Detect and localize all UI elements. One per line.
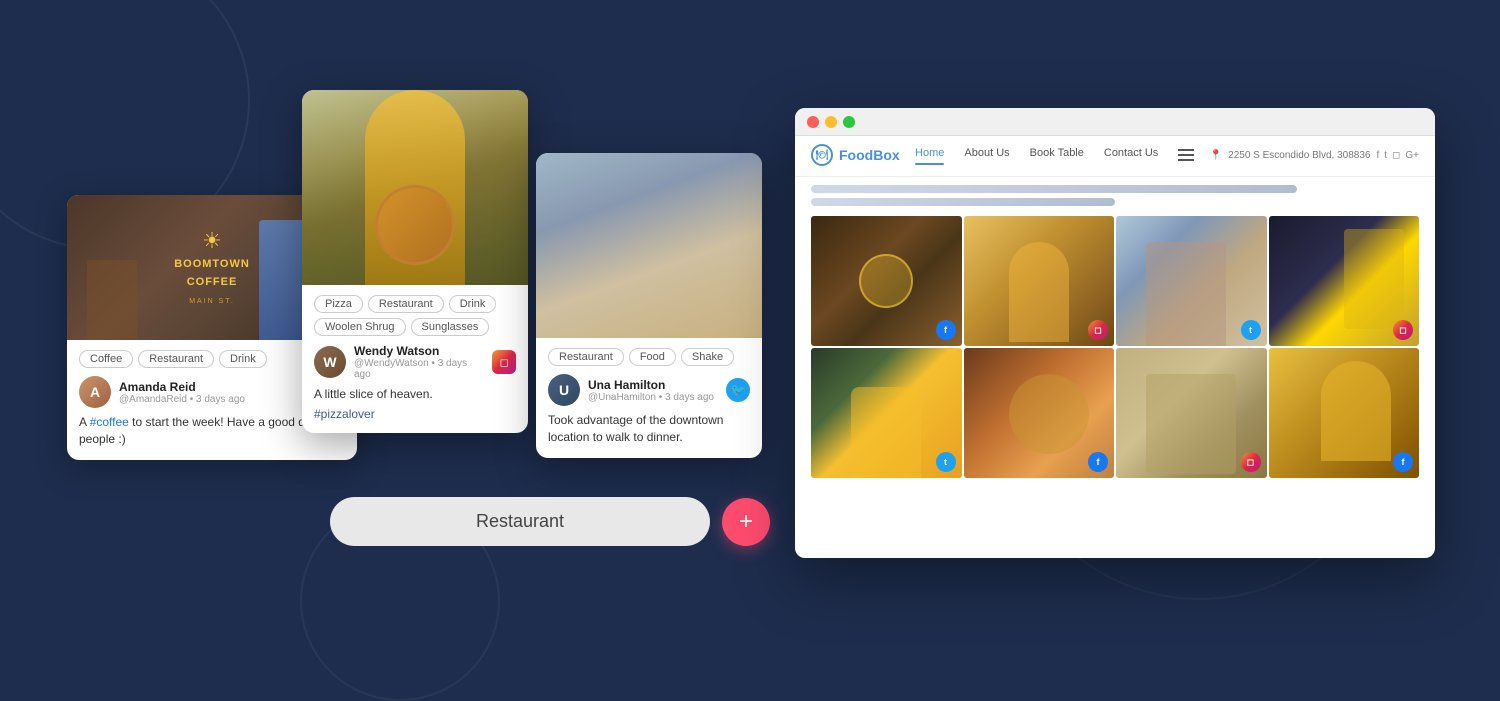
cell6-social-icon: f xyxy=(1088,452,1108,472)
brand-name2: COFFEE xyxy=(187,276,238,288)
card2-image xyxy=(302,90,528,285)
cell1-social-icon: f xyxy=(936,320,956,340)
hamburger-menu[interactable] xyxy=(1178,149,1194,161)
card2-username: Wendy Watson xyxy=(354,344,484,358)
tag-restaurant3[interactable]: Restaurant xyxy=(548,348,624,366)
card2-user-info: Wendy Watson @WendyWatson • 3 days ago xyxy=(354,344,484,380)
tag-pill-section: Restaurant + xyxy=(330,497,770,546)
add-tag-button[interactable]: + xyxy=(722,498,770,546)
tag-drink[interactable]: Drink xyxy=(219,350,267,368)
card2-handle-time: @WendyWatson • 3 days ago xyxy=(354,358,484,380)
photo-grid: f ◻ t ◻ t f ◻ f xyxy=(811,216,1419,478)
brand-sub: MAIN ST. xyxy=(189,298,235,305)
card2-hashtag[interactable]: #pizzalover xyxy=(314,407,516,421)
pizza-element xyxy=(375,185,455,265)
instagram-icon: ◻ xyxy=(492,350,516,374)
cell2-social-icon: ◻ xyxy=(1088,320,1108,340)
grid-cell-5: t xyxy=(811,348,962,478)
cell7-social-icon: ◻ xyxy=(1241,452,1261,472)
tag-coffee[interactable]: Coffee xyxy=(79,350,133,368)
hero-bar-2 xyxy=(811,198,1115,206)
browser-window: 🍽 FoodBox Home About Us Book Table Conta… xyxy=(795,108,1435,558)
hero-section xyxy=(795,177,1435,214)
card3-image xyxy=(536,153,762,338)
card1-hashtag[interactable]: #coffee xyxy=(90,415,129,429)
card1-handle-time: @AmandaReid • 3 days ago xyxy=(119,394,245,405)
card3-avatar: U xyxy=(548,374,580,406)
nav-book[interactable]: Book Table xyxy=(1030,147,1084,163)
nav-fb-icon[interactable]: f xyxy=(1376,150,1379,161)
card3-post-text: Took advantage of the downtown location … xyxy=(548,412,750,446)
restaurant-pill[interactable]: Restaurant xyxy=(330,497,710,546)
card3-user-info: Una Hamilton @UnaHamilton • 3 days ago xyxy=(588,378,714,403)
browser-titlebar xyxy=(795,108,1435,136)
tag-sunglasses[interactable]: Sunglasses xyxy=(411,318,490,336)
cell3-social-icon: t xyxy=(1241,320,1261,340)
brand-name: FoodBox xyxy=(839,147,900,163)
card1-avatar: A xyxy=(79,376,111,408)
tag-restaurant2[interactable]: Restaurant xyxy=(368,295,444,313)
sun-icon: ☀ xyxy=(174,228,250,254)
nav-about[interactable]: About Us xyxy=(964,147,1009,163)
cell8-social-icon: f xyxy=(1393,452,1413,472)
brand-name: BOOMTOWN xyxy=(174,258,250,270)
tag-woolen-shrug[interactable]: Woolen Shrug xyxy=(314,318,406,336)
address-text: 2250 S Escondido Blvd, 308836 xyxy=(1228,150,1370,161)
tag-food[interactable]: Food xyxy=(629,348,676,366)
social-card-3: Restaurant Food Shake U Una Hamilton @Un… xyxy=(536,153,762,458)
brand-icon: 🍽 xyxy=(811,144,833,166)
card3-tags: Restaurant Food Shake xyxy=(548,348,750,366)
tag-restaurant[interactable]: Restaurant xyxy=(138,350,214,368)
grid-cell-4: ◻ xyxy=(1269,216,1420,346)
card1-username: Amanda Reid xyxy=(119,380,245,394)
browser-navbar: 🍽 FoodBox Home About Us Book Table Conta… xyxy=(795,136,1435,177)
cell5-social-icon: t xyxy=(936,452,956,472)
grid-cell-8: f xyxy=(1269,348,1420,478)
nav-ig-icon[interactable]: ◻ xyxy=(1392,150,1400,161)
cell4-social-icon: ◻ xyxy=(1393,320,1413,340)
nav-links: Home About Us Book Table Contact Us xyxy=(915,147,1194,163)
tag-pizza[interactable]: Pizza xyxy=(314,295,363,313)
nav-contact[interactable]: Contact Us xyxy=(1104,147,1158,163)
card3-body: Restaurant Food Shake U Una Hamilton @Un… xyxy=(536,338,762,458)
card3-user-row: U Una Hamilton @UnaHamilton • 3 days ago… xyxy=(548,374,750,406)
card2-avatar: W xyxy=(314,346,346,378)
card2-tags: Pizza Restaurant Drink Woolen Shrug Sung… xyxy=(314,295,516,336)
close-button[interactable] xyxy=(807,116,819,128)
maximize-button[interactable] xyxy=(843,116,855,128)
location-icon: 📍 xyxy=(1210,150,1222,161)
grid-cell-2: ◻ xyxy=(964,216,1115,346)
nav-gplus-icon[interactable]: G+ xyxy=(1405,150,1419,161)
card3-username: Una Hamilton xyxy=(588,378,714,392)
navbar-top: 🍽 FoodBox Home About Us Book Table Conta… xyxy=(811,144,1419,166)
grid-cell-7: ◻ xyxy=(1116,348,1267,478)
grid-cell-1: f xyxy=(811,216,962,346)
card3-handle-time: @UnaHamilton • 3 days ago xyxy=(588,392,714,403)
card1-user-info: Amanda Reid @AmandaReid • 3 days ago xyxy=(119,380,245,405)
chair-element xyxy=(87,260,137,340)
brand-logo: 🍽 FoodBox xyxy=(811,144,900,166)
tag-drink2[interactable]: Drink xyxy=(449,295,497,313)
hero-bar-1 xyxy=(811,185,1297,193)
twitter-icon: 🐦 xyxy=(726,378,750,402)
social-icons-row: f t ◻ G+ xyxy=(1376,150,1419,161)
grid-cell-6: f xyxy=(964,348,1115,478)
card2-post-text: A little slice of heaven. xyxy=(314,386,516,403)
minimize-button[interactable] xyxy=(825,116,837,128)
nav-tw-icon[interactable]: t xyxy=(1384,150,1387,161)
grid-cell-3: t xyxy=(1116,216,1267,346)
card2-user-row: W Wendy Watson @WendyWatson • 3 days ago… xyxy=(314,344,516,380)
social-card-2: Pizza Restaurant Drink Woolen Shrug Sung… xyxy=(302,90,528,433)
tag-shake[interactable]: Shake xyxy=(681,348,734,366)
boomtown-logo: ☀ BOOMTOWN COFFEE MAIN ST. xyxy=(174,228,250,308)
card2-body: Pizza Restaurant Drink Woolen Shrug Sung… xyxy=(302,285,528,433)
nav-home[interactable]: Home xyxy=(915,147,944,163)
nav-address: 📍 2250 S Escondido Blvd, 308836 f t ◻ G+ xyxy=(1210,150,1419,161)
